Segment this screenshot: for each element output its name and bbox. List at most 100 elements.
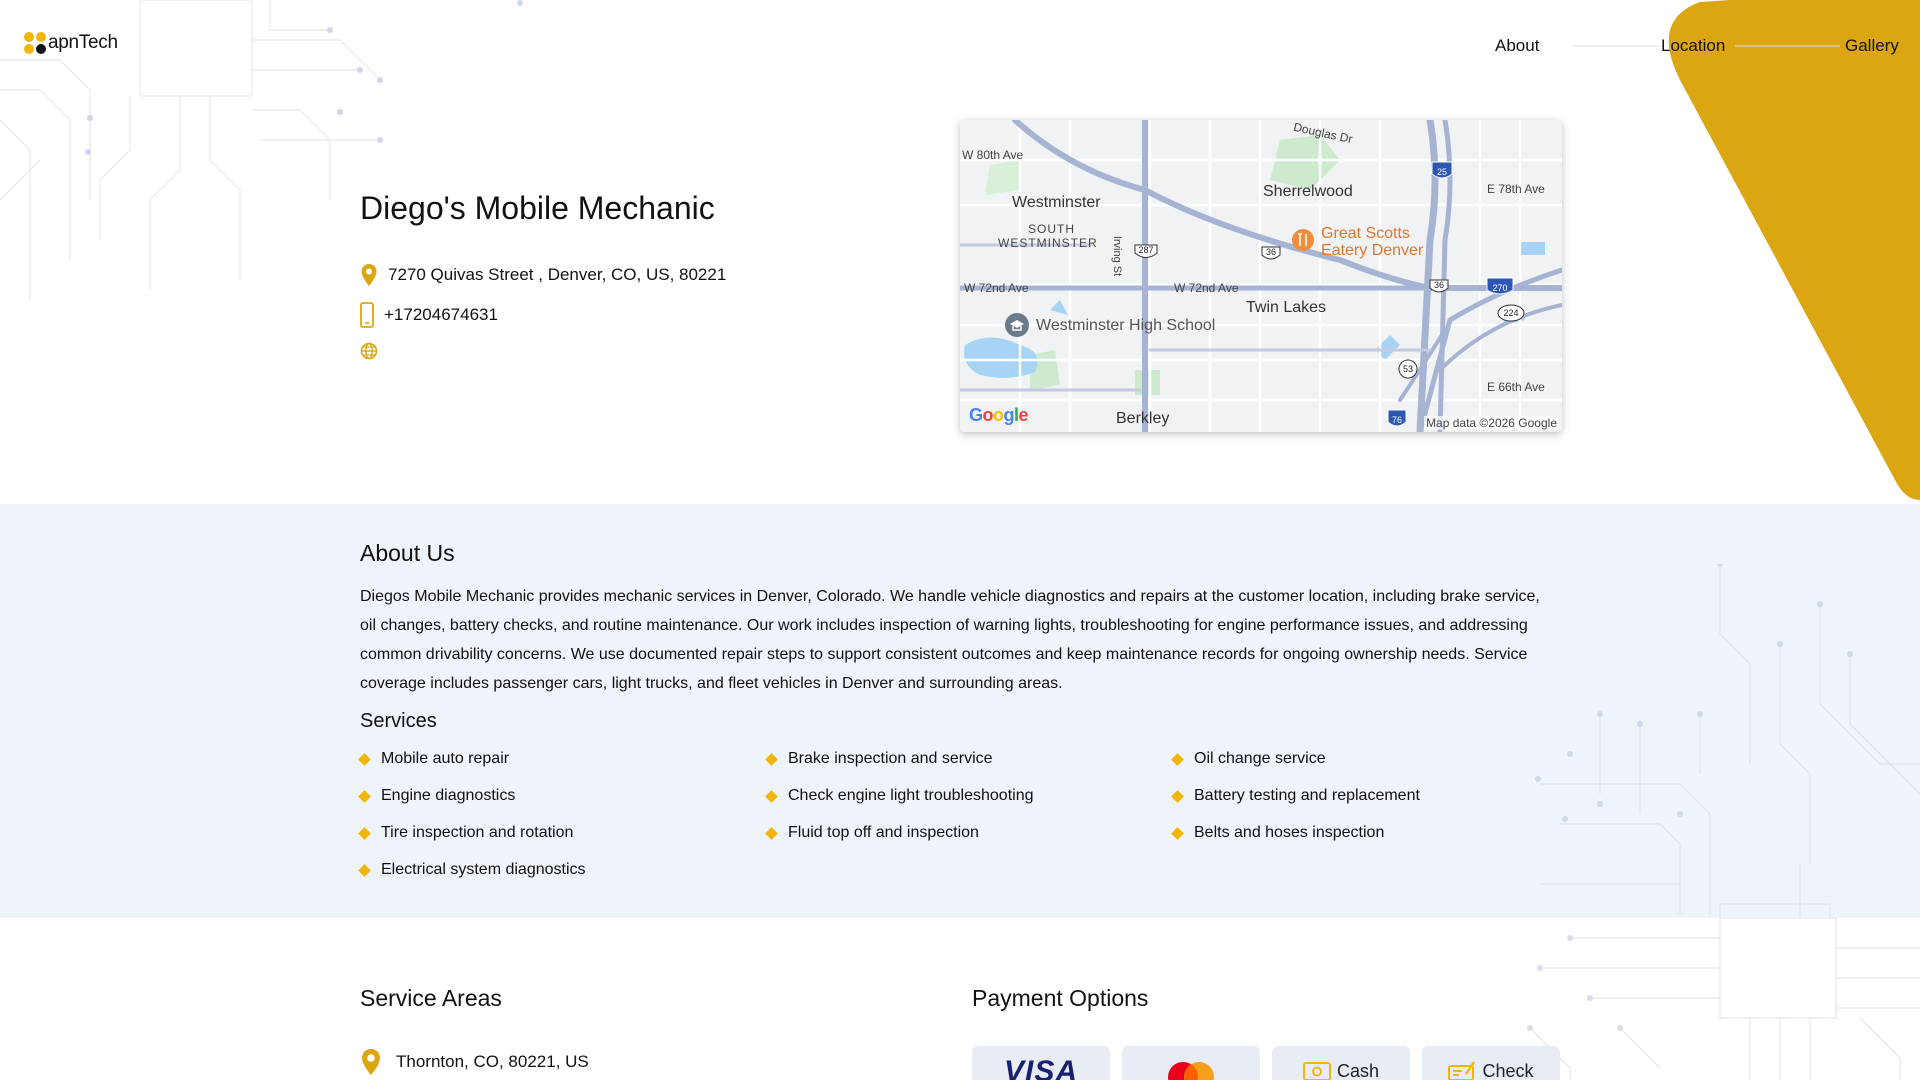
map-label-south-westminster-2: WESTMINSTER (998, 236, 1098, 250)
cash-option: Cash (1302, 1060, 1380, 1080)
map-label-twin-lakes: Twin Lakes (1246, 299, 1327, 316)
cash-icon (1302, 1062, 1331, 1080)
map-label-e66: E 66th Ave (1487, 380, 1545, 394)
about-section: About Us Diegos Mobile Mechanic provides… (0, 504, 1920, 918)
diamond-bullet-icon (358, 789, 371, 803)
visa-logo: VISA (1003, 1055, 1079, 1080)
route-shield-53: 53 (1398, 359, 1418, 379)
shield-25-text: 25 (1437, 167, 1447, 177)
map-label-w80: W 80th Ave (962, 148, 1024, 162)
globe-icon[interactable] (360, 342, 378, 360)
map-label-berkley: Berkley (1116, 410, 1170, 427)
shield-224-text: 224 (1503, 308, 1518, 318)
about-title: About Us (360, 540, 455, 566)
shield-76-text: 76 (1392, 415, 1402, 425)
shield-36a-text: 36 (1266, 247, 1276, 257)
logo-mark-icon (24, 32, 46, 54)
service-item: Mobile auto repair (358, 750, 509, 768)
shield-270-text: 270 (1492, 283, 1507, 293)
nav-about[interactable]: About (1495, 36, 1539, 56)
shield-36b-text: 36 (1434, 280, 1444, 290)
location-pin-icon (361, 264, 377, 286)
school-pin-icon (1005, 313, 1029, 337)
services-title: Services (360, 710, 437, 732)
business-name: Diego's Mobile Mechanic (360, 190, 715, 226)
check-option: Check (1448, 1060, 1534, 1080)
restaurant-pin-icon (1292, 229, 1314, 251)
service-areas-title: Service Areas (360, 985, 502, 1011)
map-roads: 287 36 36 25 270 224 53 76 (960, 120, 1562, 432)
route-shield-36-b: 36 (1429, 279, 1449, 293)
payment-options-title: Payment Options (972, 985, 1149, 1011)
nav-gallery[interactable]: Gallery (1845, 36, 1899, 56)
route-shield-287: 287 (1134, 244, 1158, 258)
payment-mastercard-card (1122, 1046, 1260, 1080)
map-label-great-scotts-1: Great Scotts (1321, 225, 1410, 242)
phone-row: +17204674631 (360, 302, 498, 328)
map-label-westminster: Westminster (1012, 194, 1101, 211)
address-row: 7270 Quivas Street , Denver, CO, US, 802… (360, 263, 726, 287)
service-item: Battery testing and replacement (1171, 787, 1420, 805)
route-shield-25: 25 (1431, 161, 1453, 179)
service-label: Brake inspection and service (788, 750, 993, 767)
diamond-bullet-icon (358, 863, 371, 877)
diamond-bullet-icon (765, 789, 778, 803)
diamond-bullet-icon (765, 826, 778, 840)
diamond-bullet-icon (765, 752, 778, 766)
service-label: Check engine light troubleshooting (788, 787, 1034, 804)
shield-53-text: 53 (1403, 364, 1413, 374)
google-logo: Google (969, 405, 1029, 425)
diamond-bullet-icon (1171, 752, 1184, 766)
service-label: Oil change service (1194, 750, 1326, 767)
diamond-bullet-icon (358, 752, 371, 766)
cash-label: Cash (1336, 1060, 1380, 1080)
service-area-item: Thornton, CO, 80221, US (360, 1048, 589, 1076)
service-label: Fluid top off and inspection (788, 824, 979, 841)
shield-287-text: 287 (1138, 245, 1153, 255)
map-label-south-westminster-1: SOUTH (1028, 222, 1075, 236)
service-item: Engine diagnostics (358, 787, 516, 805)
route-shield-76: 76 (1387, 409, 1407, 427)
service-label: Electrical system diagnostics (381, 861, 586, 878)
payment-check-card: Check (1422, 1046, 1560, 1080)
route-shield-224: 224 (1497, 304, 1525, 322)
service-item: Belts and hoses inspection (1171, 824, 1385, 842)
website-row (360, 342, 378, 360)
check-label: Check (1482, 1060, 1534, 1080)
service-label: Tire inspection and rotation (381, 824, 574, 841)
map-attribution[interactable]: Map data ©2026 Google (1424, 416, 1559, 430)
map-label-e78: E 78th Ave (1487, 182, 1545, 196)
service-label: Battery testing and replacement (1194, 787, 1420, 804)
service-item: Check engine light troubleshooting (765, 787, 1034, 805)
map-label-irving: Irving St (1111, 235, 1124, 277)
route-shield-270: 270 (1486, 277, 1514, 295)
location-map[interactable]: 287 36 36 25 270 224 53 76 W 80th Ave Do… (960, 120, 1562, 432)
phone-icon (360, 302, 374, 328)
location-pin-icon (362, 1049, 380, 1075)
nav-location[interactable]: Location (1661, 36, 1725, 56)
service-label: Belts and hoses inspection (1194, 824, 1385, 841)
service-label: Engine diagnostics (381, 787, 516, 804)
service-item: Fluid top off and inspection (765, 824, 979, 842)
diamond-bullet-icon (1171, 826, 1184, 840)
phone-link[interactable]: +17204674631 (384, 305, 498, 325)
about-text: Diegos Mobile Mechanic provides mechanic… (360, 588, 1540, 692)
map-label-westminster-hs: Westminster High School (1036, 317, 1216, 334)
map-label-w72a: W 72nd Ave (964, 281, 1029, 295)
logo-text: apnTech (48, 32, 118, 53)
map-label-sherrelwood: Sherrelwood (1263, 183, 1353, 200)
diamond-bullet-icon (1171, 789, 1184, 803)
map-label-w72b: W 72nd Ave (1174, 281, 1239, 295)
service-item: Brake inspection and service (765, 750, 993, 768)
service-area-label: Thornton, CO, 80221, US (396, 1052, 589, 1071)
payment-cash-card: Cash (1272, 1046, 1410, 1080)
address-link[interactable]: 7270 Quivas Street , Denver, CO, US, 802… (388, 265, 726, 285)
service-item: Tire inspection and rotation (358, 824, 574, 842)
payment-visa-card: VISA (972, 1046, 1110, 1080)
map-label-great-scotts-2: Eatery Denver (1321, 242, 1424, 259)
route-shield-36-a: 36 (1261, 246, 1281, 260)
service-item: Oil change service (1171, 750, 1326, 768)
mastercard-logo-icon (1168, 1062, 1214, 1080)
site-header: apnTech About Location Gallery (0, 0, 1920, 100)
logo[interactable]: apnTech (24, 32, 118, 54)
